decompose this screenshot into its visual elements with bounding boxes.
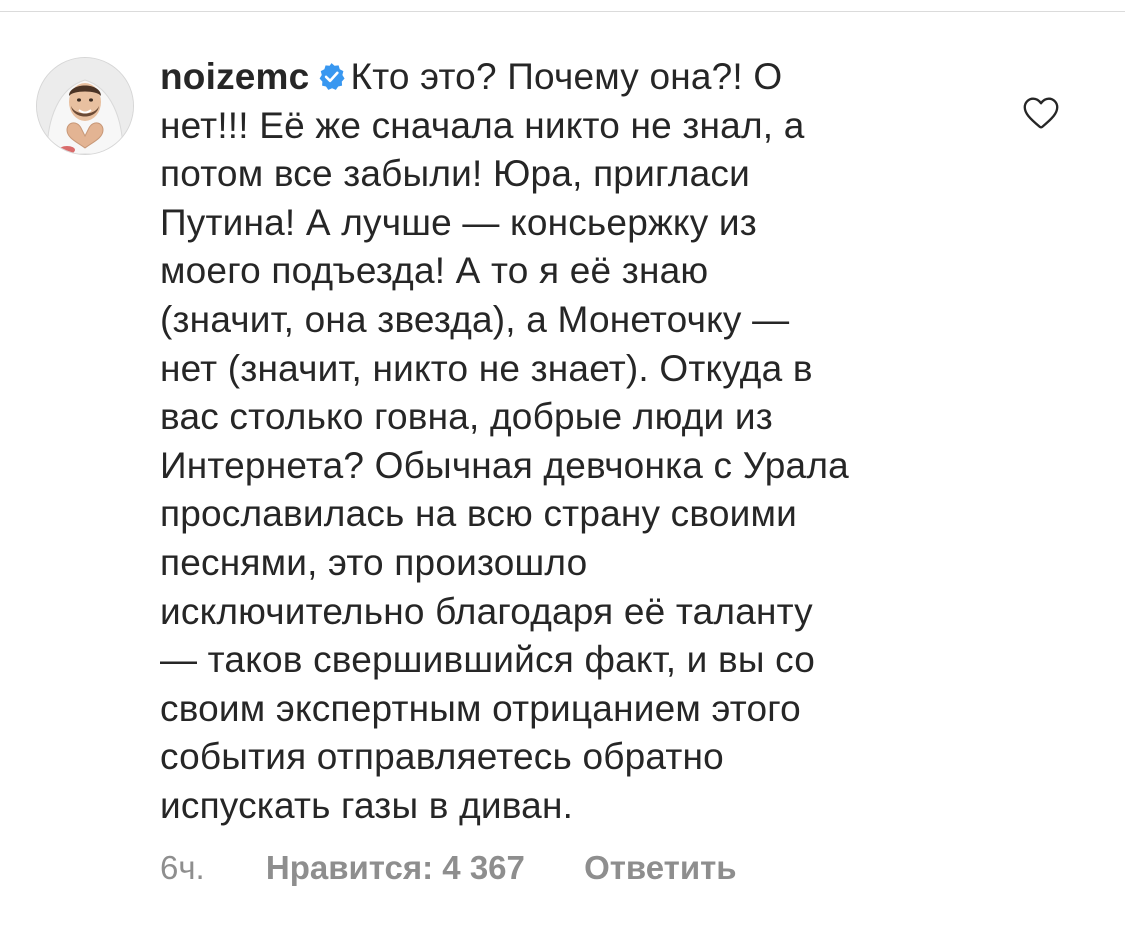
avatar-image — [37, 58, 133, 154]
comment-text: Кто это? Почему она?! О нет!!! Её же сна… — [160, 56, 849, 826]
reply-button[interactable]: Ответить — [584, 848, 737, 888]
heart-outline-icon[interactable] — [1022, 96, 1060, 130]
verified-badge-icon — [320, 63, 345, 90]
comment-username[interactable]: noizemc — [160, 56, 309, 97]
comment-body: noizemc Кто это? Почему она?! О нет!!! Её… — [160, 53, 960, 831]
comment-time: 6ч. — [160, 849, 205, 886]
top-divider — [0, 11, 1125, 12]
comment-meta: 6ч. Нравится: 4 367 Ответить — [160, 848, 737, 888]
likes-count-button[interactable]: Нравится: 4 367 — [266, 848, 525, 888]
avatar[interactable] — [37, 58, 133, 154]
